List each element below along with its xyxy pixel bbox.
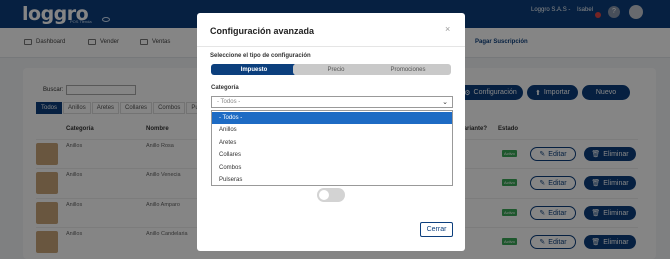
option-aretes[interactable]: Aretes xyxy=(212,137,452,149)
segment-impuesto[interactable]: Impuesto xyxy=(211,64,297,75)
segment-promociones[interactable]: Promociones xyxy=(365,64,451,75)
close-button[interactable]: Cerrar xyxy=(420,222,453,237)
category-select-value: - Todos - xyxy=(217,99,241,105)
chevron-down-icon: ⌄ xyxy=(442,99,448,106)
option-pulseras[interactable]: Pulseras xyxy=(212,174,452,186)
toggle-switch[interactable] xyxy=(317,188,345,202)
category-dropdown: - Todos - Anillos Aretes Collares Combos… xyxy=(211,110,453,186)
option-anillos[interactable]: Anillos xyxy=(212,124,452,136)
option-todos[interactable]: - Todos - xyxy=(212,112,452,124)
modal-title: Configuración avanzada xyxy=(210,26,315,36)
option-collares[interactable]: Collares xyxy=(212,149,452,161)
option-combos[interactable]: Combos xyxy=(212,162,452,174)
divider xyxy=(197,46,465,47)
category-select[interactable]: - Todos - ⌄ xyxy=(211,96,453,108)
close-icon[interactable]: × xyxy=(445,24,450,34)
config-type-label: Seleccione el tipo de configuración xyxy=(210,53,311,59)
category-label: Categoría xyxy=(211,85,239,91)
